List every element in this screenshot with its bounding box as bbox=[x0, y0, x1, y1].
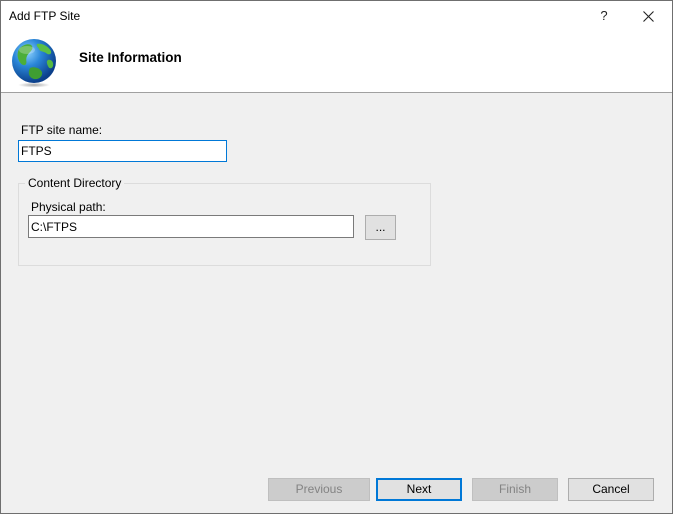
site-name-label: FTP site name: bbox=[21, 123, 103, 137]
site-name-input[interactable] bbox=[18, 140, 227, 162]
browse-button[interactable]: ... bbox=[365, 215, 396, 240]
title-bar: Add FTP Site ? bbox=[1, 1, 672, 31]
physical-path-input[interactable] bbox=[28, 215, 354, 238]
close-icon bbox=[643, 11, 654, 22]
add-ftp-site-dialog: Add FTP Site ? Site Information FTP site… bbox=[0, 0, 673, 514]
finish-button[interactable]: Finish bbox=[472, 478, 558, 501]
globe-icon bbox=[12, 39, 56, 88]
content-directory-label: Content Directory bbox=[25, 176, 125, 190]
physical-path-label: Physical path: bbox=[31, 200, 106, 214]
wizard-header: Site Information bbox=[1, 31, 672, 93]
window-title: Add FTP Site bbox=[9, 9, 81, 23]
next-button[interactable]: Next bbox=[376, 478, 462, 501]
close-button[interactable] bbox=[633, 4, 663, 28]
page-title: Site Information bbox=[79, 50, 182, 65]
previous-button[interactable]: Previous bbox=[268, 478, 370, 501]
help-button[interactable]: ? bbox=[589, 4, 619, 28]
cancel-button[interactable]: Cancel bbox=[568, 478, 654, 501]
